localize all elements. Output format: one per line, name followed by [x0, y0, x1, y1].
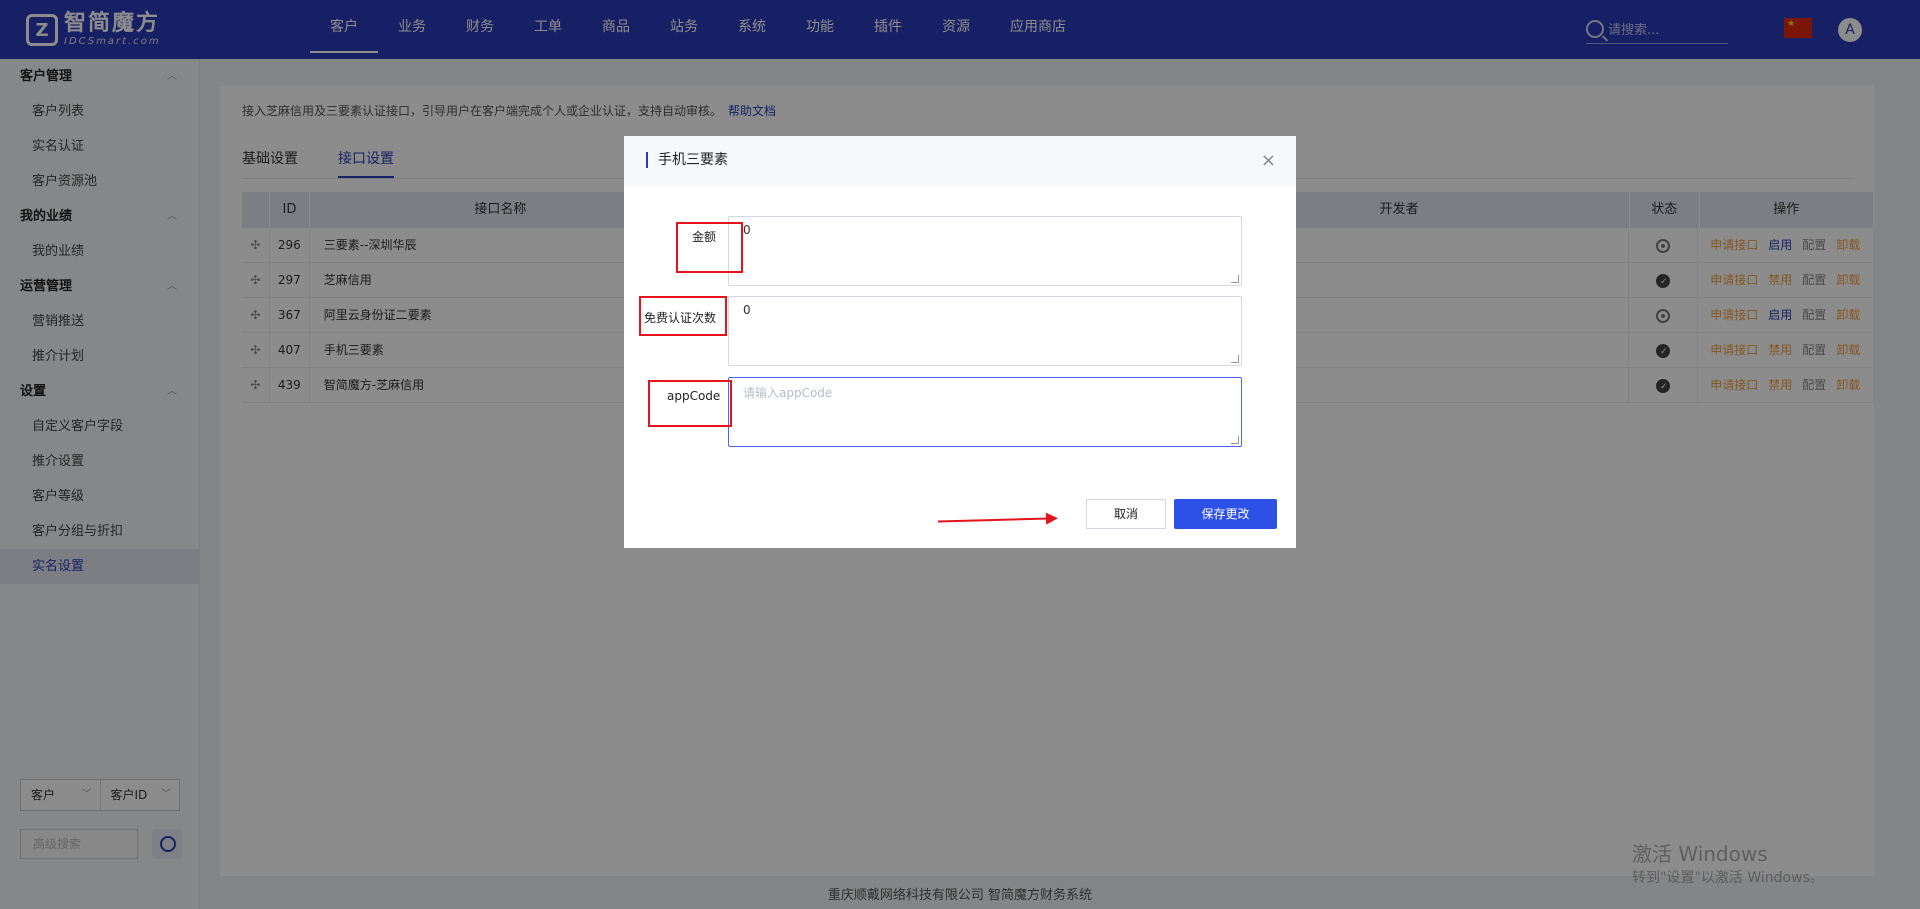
cancel-button[interactable]: 取消	[1086, 499, 1166, 529]
annotation-box	[639, 296, 727, 336]
resize-handle-icon[interactable]	[1231, 275, 1239, 283]
save-changes-button[interactable]: 保存更改	[1174, 499, 1277, 529]
dialog-title: 手机三要素	[646, 152, 728, 168]
annotation-box	[676, 222, 743, 273]
resize-handle-icon[interactable]	[1231, 436, 1239, 444]
close-icon[interactable]: ×	[1261, 150, 1276, 171]
appcode-placeholder: 请输入appCode	[743, 386, 833, 400]
resize-handle-icon[interactable]	[1231, 355, 1239, 363]
dialog-header: 手机三要素 ×	[624, 136, 1296, 186]
config-dialog: 手机三要素 × 金额 0 免费认证次数 0 appCode 请输入appCode…	[624, 136, 1296, 548]
amount-field[interactable]: 0	[728, 216, 1242, 286]
annotation-arrow	[937, 517, 1049, 523]
appcode-field[interactable]: 请输入appCode	[728, 377, 1242, 447]
free-auth-count-field[interactable]: 0	[728, 296, 1242, 366]
annotation-box	[648, 380, 732, 427]
